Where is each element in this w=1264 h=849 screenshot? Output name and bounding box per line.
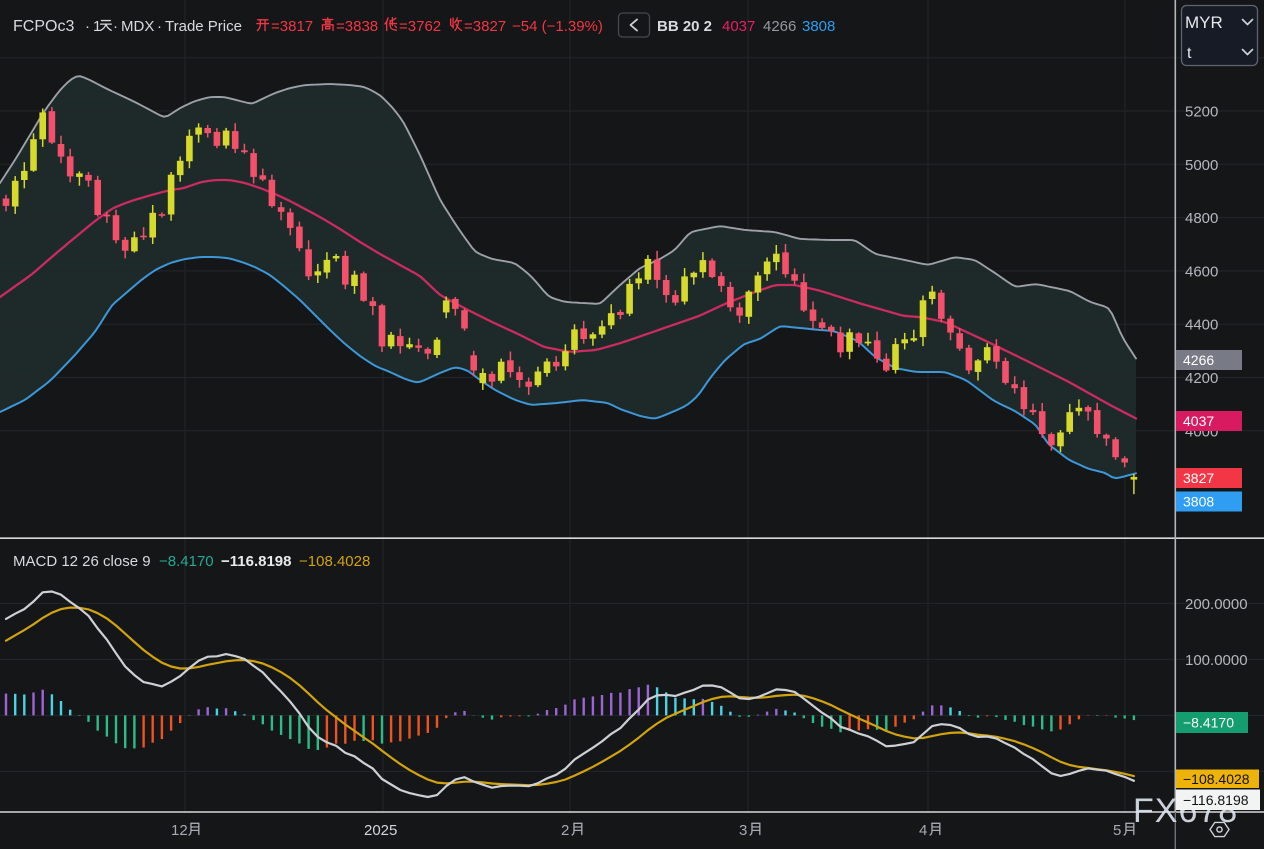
svg-text:3: 3 [739, 822, 747, 839]
svg-text:=3838: =3838 [336, 18, 378, 35]
svg-text:FCPOc3: FCPOc3 [13, 18, 74, 35]
svg-text:4037: 4037 [722, 18, 755, 35]
svg-text:1: 1 [93, 18, 101, 35]
svg-text:2025: 2025 [364, 822, 397, 839]
svg-text:−108.4028: −108.4028 [299, 553, 370, 570]
svg-text:−8.4170: −8.4170 [1183, 715, 1234, 731]
svg-text:=3817: =3817 [271, 18, 313, 35]
svg-text:5000: 5000 [1185, 157, 1218, 174]
svg-text:3808: 3808 [1183, 494, 1214, 510]
svg-text:−116.8198: −116.8198 [221, 553, 292, 570]
svg-text:−8.4170: −8.4170 [159, 553, 214, 570]
svg-text:4400: 4400 [1185, 317, 1218, 334]
svg-text:2: 2 [561, 822, 569, 839]
svg-text:4: 4 [919, 822, 927, 839]
svg-text:MACD 12 26 close 9: MACD 12 26 close 9 [13, 553, 151, 570]
svg-text:5: 5 [1113, 822, 1121, 839]
svg-text:4266: 4266 [1183, 352, 1214, 368]
svg-text:BB 20 2: BB 20 2 [657, 18, 712, 35]
svg-text:=3827: =3827 [464, 18, 506, 35]
svg-text:MYR: MYR [1185, 13, 1223, 32]
svg-text:5200: 5200 [1185, 104, 1218, 121]
svg-text:Trade Price: Trade Price [165, 18, 242, 35]
svg-text:3827: 3827 [1183, 470, 1214, 486]
svg-text:3808: 3808 [802, 18, 835, 35]
svg-text:·: · [85, 18, 90, 35]
svg-text:4037: 4037 [1183, 413, 1214, 429]
svg-text:t: t [1187, 45, 1192, 62]
svg-text:4800: 4800 [1185, 210, 1218, 227]
svg-text:−54 (−1.39%): −54 (−1.39%) [512, 18, 603, 35]
svg-text:200.0000: 200.0000 [1185, 596, 1248, 613]
svg-text:12: 12 [171, 822, 188, 839]
svg-text:·: · [113, 18, 118, 35]
svg-text:MDX: MDX [121, 18, 154, 35]
svg-text:·: · [157, 18, 162, 35]
svg-text:4600: 4600 [1185, 263, 1218, 280]
svg-text:−116.8198: −116.8198 [1183, 792, 1249, 808]
svg-text:−108.4028: −108.4028 [1183, 771, 1250, 787]
svg-text:4266: 4266 [763, 18, 796, 35]
svg-text:4200: 4200 [1185, 370, 1218, 387]
svg-text:100.0000: 100.0000 [1185, 652, 1248, 669]
svg-text:=3762: =3762 [399, 18, 441, 35]
